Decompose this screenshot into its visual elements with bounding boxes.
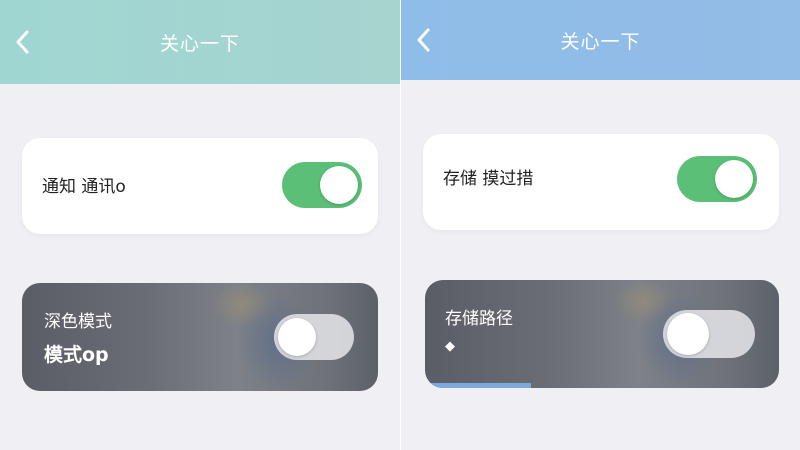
storage-toggle[interactable] (677, 156, 757, 202)
back-button[interactable] (12, 27, 34, 57)
header-bar: 关心一下 (401, 0, 800, 80)
storage-path-sublabel: ◆ (445, 339, 455, 354)
storage-path-label: 存储路径 (445, 309, 513, 329)
header-bar: 关心一下 (0, 0, 400, 84)
storage-setting-card: 存储 摸过措 (423, 134, 779, 230)
toggle-knob (715, 160, 753, 198)
chevron-left-icon (417, 28, 430, 52)
dark-mode-toggle[interactable] (274, 314, 354, 360)
right-screen: 关心一下 存储 摸过措 存储路径 ◆ (401, 0, 800, 450)
toggle-knob (667, 313, 709, 355)
notification-setting-label: 通知 通讯o (42, 177, 126, 197)
storage-setting-label: 存储 摸过措 (443, 169, 534, 189)
toggle-knob (320, 166, 358, 204)
toggle-knob (278, 318, 316, 356)
page-title: 关心一下 (560, 30, 641, 53)
back-button[interactable] (413, 25, 435, 55)
dark-mode-label: 深色模式 (44, 312, 112, 332)
dark-mode-setting-card: 深色模式 模式op (22, 283, 378, 391)
left-screen: 关心一下 通知 通讯o 深色模式 模式op (0, 0, 400, 450)
notification-toggle[interactable] (282, 162, 362, 208)
storage-path-toggle[interactable] (663, 310, 755, 358)
storage-path-progress-bar (425, 383, 532, 388)
notification-setting-card: 通知 通讯o (22, 138, 378, 234)
storage-path-card: 存储路径 ◆ (425, 280, 779, 388)
chevron-left-icon (16, 30, 29, 54)
page-title: 关心一下 (159, 32, 240, 55)
dark-mode-sublabel: 模式op (44, 344, 109, 366)
